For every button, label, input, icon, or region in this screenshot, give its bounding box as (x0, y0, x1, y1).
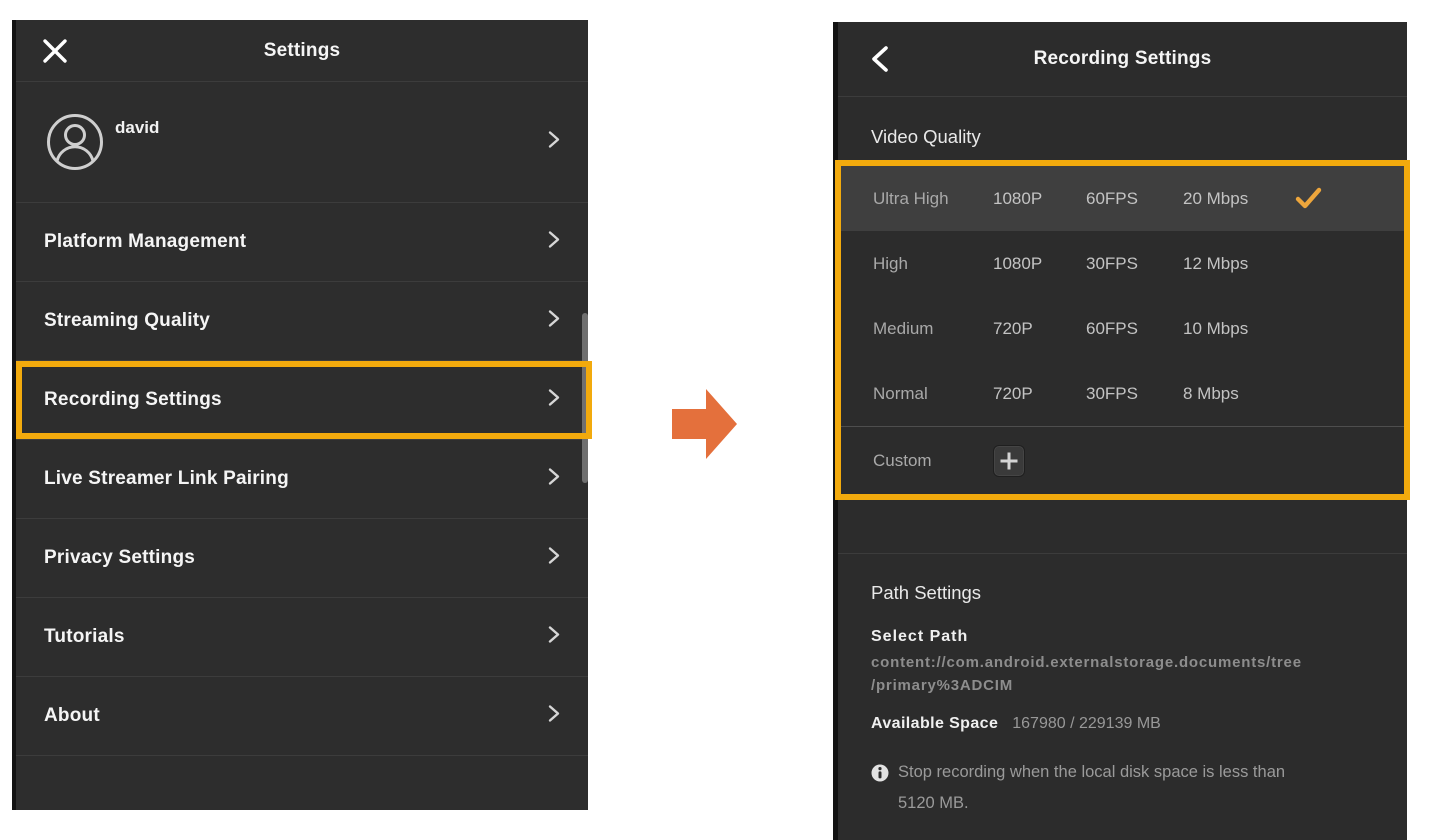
available-space-row: Available Space 167980 / 229139 MB (871, 715, 1381, 733)
quality-resolution: 720P (993, 384, 1086, 404)
quality-row-medium[interactable]: Medium 720P 60FPS 10 Mbps (841, 296, 1404, 361)
add-custom-quality-button[interactable] (993, 445, 1025, 477)
quality-name: Normal (873, 384, 993, 404)
chevron-right-icon (542, 624, 564, 651)
quality-fps: 60FPS (1086, 189, 1183, 209)
person-icon (46, 113, 104, 171)
path-settings-section: Path Settings Select Path content://com.… (838, 553, 1407, 840)
path-line-2: /primary%3ADCIM (871, 674, 1381, 697)
quality-bitrate: 10 Mbps (1183, 319, 1295, 339)
settings-menu: Platform Management Streaming Quality Re… (16, 203, 588, 810)
profile-row[interactable]: david (16, 82, 588, 203)
screenshot-canvas: Settings david Platform Management (0, 0, 1443, 840)
quality-row-high[interactable]: High 1080P 30FPS 12 Mbps (841, 231, 1404, 296)
quality-name: Ultra High (873, 189, 993, 209)
menu-item-label: Live Streamer Link Pairing (16, 468, 289, 490)
check-icon (1295, 187, 1322, 210)
settings-header: Settings (16, 20, 588, 82)
quality-name: Medium (873, 319, 993, 339)
menu-item-label: Privacy Settings (16, 547, 195, 569)
chevron-right-icon (542, 545, 564, 572)
chevron-right-icon (542, 129, 564, 156)
quality-bitrate: 12 Mbps (1183, 254, 1295, 274)
chevron-left-icon (868, 45, 892, 73)
available-space-label: Available Space (871, 715, 998, 733)
info-icon (871, 764, 889, 782)
video-quality-table: Ultra High 1080P 60FPS 20 Mbps High 1080… (835, 160, 1410, 500)
quality-resolution: 1080P (993, 254, 1086, 274)
quality-resolution: 1080P (993, 189, 1086, 209)
quality-name: Custom (873, 451, 993, 471)
profile-name: david (115, 118, 159, 138)
menu-item-label: About (16, 705, 100, 727)
quality-row-ultra-high[interactable]: Ultra High 1080P 60FPS 20 Mbps (841, 166, 1404, 231)
path-line-1: content://com.android.externalstorage.do… (871, 651, 1381, 674)
available-space-value: 167980 / 229139 MB (1012, 715, 1161, 733)
page-title: Settings (264, 40, 341, 62)
note-text: Stop recording when the local disk space… (898, 757, 1285, 819)
quality-fps: 60FPS (1086, 319, 1183, 339)
flow-arrow-icon (672, 388, 738, 460)
selected-path-value: content://com.android.externalstorage.do… (871, 651, 1381, 697)
quality-resolution: 720P (993, 319, 1086, 339)
select-path-button[interactable]: Select Path (871, 628, 1381, 646)
video-quality-section-label: Video Quality (871, 126, 981, 148)
disk-space-note: Stop recording when the local disk space… (871, 757, 1381, 819)
chevron-right-icon (542, 387, 564, 414)
note-line-2: 5120 MB. (898, 788, 1285, 819)
plus-icon (998, 450, 1020, 472)
quality-bitrate: 8 Mbps (1183, 384, 1295, 404)
chevron-right-icon (542, 703, 564, 730)
quality-fps: 30FPS (1086, 254, 1183, 274)
menu-item-about[interactable]: About (16, 677, 588, 756)
chevron-right-icon (542, 308, 564, 335)
page-title: Recording Settings (1034, 48, 1212, 70)
menu-item-privacy-settings[interactable]: Privacy Settings (16, 519, 588, 598)
quality-bitrate: 20 Mbps (1183, 189, 1295, 209)
recording-settings-header: Recording Settings (838, 22, 1407, 97)
menu-item-label: Recording Settings (16, 389, 222, 411)
settings-panel: Settings david Platform Management (12, 20, 588, 810)
note-line-1: Stop recording when the local disk space… (898, 757, 1285, 788)
avatar (46, 113, 104, 176)
menu-item-label: Tutorials (16, 626, 125, 648)
close-icon (41, 37, 69, 65)
menu-item-live-streamer-link-pairing[interactable]: Live Streamer Link Pairing (16, 440, 588, 519)
recording-settings-panel: Recording Settings Video Quality Ultra H… (833, 22, 1407, 840)
menu-item-recording-settings[interactable]: Recording Settings (16, 361, 588, 440)
menu-item-tutorials[interactable]: Tutorials (16, 598, 588, 677)
chevron-right-icon (542, 229, 564, 256)
quality-name: High (873, 254, 993, 274)
close-button[interactable] (40, 36, 70, 66)
menu-item-streaming-quality[interactable]: Streaming Quality (16, 282, 588, 361)
quality-row-normal[interactable]: Normal 720P 30FPS 8 Mbps (841, 361, 1404, 426)
quality-fps: 30FPS (1086, 384, 1183, 404)
back-button[interactable] (866, 44, 894, 74)
scrollbar-thumb[interactable] (582, 313, 588, 483)
menu-item-label: Streaming Quality (16, 310, 210, 332)
menu-item-platform-management[interactable]: Platform Management (16, 203, 588, 282)
path-settings-label: Path Settings (871, 582, 1381, 604)
quality-row-custom: Custom (841, 426, 1404, 494)
chevron-right-icon (542, 466, 564, 493)
menu-item-label: Platform Management (16, 231, 246, 253)
